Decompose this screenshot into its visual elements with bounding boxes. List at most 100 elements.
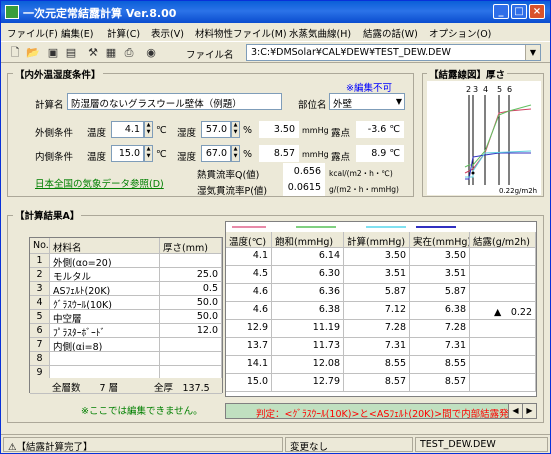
result-temp: 4.5: [226, 266, 272, 284]
heat-coef-value: 0.656: [293, 166, 321, 177]
web-globe-icon[interactable]: ◉: [143, 45, 159, 61]
close-button[interactable]: ×: [529, 4, 545, 19]
new-file-icon[interactable]: 🗋: [7, 45, 23, 61]
header-thickness: 厚さ(mm): [160, 238, 222, 254]
result-calc: 7.28: [344, 320, 410, 338]
result-calc: 8.55: [344, 356, 410, 374]
part-label: 部位名: [298, 100, 327, 111]
scroll-right-icon[interactable]: ▶: [522, 404, 536, 418]
inside-temp-input[interactable]: 15.0: [111, 145, 144, 162]
inside-hum-input[interactable]: 67.0: [201, 145, 231, 162]
outside-temp-spinner[interactable]: ▲ ▼: [144, 121, 153, 138]
calculator-icon[interactable]: ▦: [103, 45, 119, 61]
status-file: TEST_DEW.DEW: [415, 437, 548, 452]
menu-material[interactable]: 材料物性ファイル(M): [195, 26, 287, 40]
diagram-bg: [427, 81, 541, 195]
outside-hum-input[interactable]: 57.0: [201, 121, 231, 138]
no-edit-note: ※編集不可: [346, 83, 392, 94]
print-icon[interactable]: ⎙: [121, 45, 137, 61]
material-row-name: 内側(αi=8): [50, 338, 160, 352]
inside-dew-field: 8.9 ℃: [356, 145, 404, 162]
outside-hum-spinner[interactable]: ▲ ▼: [231, 121, 240, 138]
menu-edit[interactable]: 編集(E): [61, 26, 93, 40]
maximize-button[interactable]: □: [511, 4, 527, 19]
material-row-thickness: 50.0: [160, 310, 222, 324]
save-icon[interactable]: ▣: [45, 45, 61, 61]
result-saturation: 11.73: [272, 338, 344, 356]
material-row-thickness: [160, 254, 222, 268]
outside-temp-label: 温度: [87, 128, 107, 139]
part-select[interactable]: 外壁 ▼: [329, 93, 405, 110]
menu-calc[interactable]: 計算(C): [107, 26, 140, 40]
result-dew: [470, 320, 536, 338]
layer-label-5: 5: [497, 85, 502, 94]
save-as-icon[interactable]: ▤: [63, 45, 79, 61]
total-thickness: 全厚 137.5: [154, 383, 210, 394]
pct-unit: %: [243, 125, 253, 136]
material-row-no: 6: [30, 324, 50, 338]
menu-bar: ファイル(F) 編集(E) 計算(C) 表示(V) 材料物性ファイル(M) 水蒸…: [1, 23, 550, 40]
result-actual: 8.57: [410, 374, 470, 392]
result-saturation: 12.08: [272, 356, 344, 374]
header-temp: 温度(℃): [226, 232, 272, 248]
calc-name-field[interactable]: 防湿層のないグラスウール壁体（例題）: [67, 93, 282, 110]
result-temp: 14.1: [226, 356, 272, 374]
result-actual: 3.51: [410, 266, 470, 284]
material-row-no: 5: [30, 310, 50, 324]
menu-view[interactable]: 表示(V): [151, 26, 184, 40]
inside-hum-spinner[interactable]: ▲ ▼: [231, 145, 240, 162]
result-calc: 8.57: [344, 374, 410, 392]
dew-label: 露点: [331, 152, 351, 163]
outside-temp-input[interactable]: 4.1: [111, 121, 144, 138]
result-actual: 7.28: [410, 320, 470, 338]
result-dew: [470, 338, 536, 356]
result-saturation: 6.30: [272, 266, 344, 284]
result-saturation: 6.14: [272, 248, 344, 266]
chevron-down-icon[interactable]: ▼: [525, 45, 540, 60]
outside-temp-value: 4.1: [124, 124, 140, 135]
file-name-label: ファイル名: [186, 50, 234, 61]
menu-file[interactable]: ファイル(F): [7, 26, 58, 40]
moist-coef-value: 0.0615: [287, 182, 321, 193]
minimize-button[interactable]: _: [493, 4, 509, 19]
material-row-name: 中空層: [50, 310, 160, 324]
heat-coef-label: 熱貫流率Q(値): [197, 170, 260, 181]
result-saturation: 6.38: [272, 302, 344, 320]
material-row-name: モルタル: [50, 268, 160, 282]
file-path-combo[interactable]: 3:C:¥DMSolar¥CAL¥DEW¥TEST_DEW.DEW ▼: [246, 44, 541, 61]
outside-label: 外側条件: [35, 128, 74, 139]
material-icon[interactable]: ⚒: [85, 45, 101, 61]
result-saturation: 11.19: [272, 320, 344, 338]
menu-vapor[interactable]: 水蒸気曲線(H): [289, 26, 351, 40]
open-folder-icon[interactable]: 📂: [25, 45, 41, 61]
result-dew: [470, 356, 536, 374]
inside-temp-spinner[interactable]: ▲ ▼: [144, 145, 153, 162]
outside-vp-field: 3.50: [259, 121, 299, 138]
results-table: 温度(℃) 飽和(mmHg) 計算(mmHg) 実在(mmHg) 結露(g/m2…: [225, 221, 537, 397]
material-row-thickness: [160, 352, 222, 366]
material-row-no: 8: [30, 352, 50, 366]
material-row-name: 外側(αo=20): [50, 254, 160, 268]
result-dew: [470, 284, 536, 302]
deg-unit: ℃: [156, 125, 167, 136]
outside-hum-value: 57.0: [205, 124, 227, 135]
material-row-no: 7: [30, 338, 50, 352]
menu-options[interactable]: オプション(O): [429, 26, 491, 40]
toolbar: 🗋 📂 ▣ ▤ ⚒ ▦ ⎙ ◉ ファイル名 3:C:¥DMSolar¥CAL¥D…: [1, 41, 550, 63]
result-calc: 3.51: [344, 266, 410, 284]
result-dew: [470, 248, 536, 266]
scroll-left-icon[interactable]: ◀: [508, 404, 522, 418]
menu-story[interactable]: 結露の話(W): [363, 26, 418, 40]
layer-label-4: 4: [483, 85, 488, 94]
inside-hum-value: 67.0: [205, 148, 227, 159]
status-bar: ⚠【結露計算完了】 変更なし TEST_DEW.DEW: [1, 434, 550, 453]
inside-temp-label: 温度: [87, 152, 107, 163]
weather-data-link[interactable]: 日本全国の気象データ参照(D): [35, 176, 164, 190]
window-title: 一次元定常結露計算 Ver.8.00: [23, 7, 177, 20]
material-row-thickness: 50.0: [160, 296, 222, 310]
moist-coef-field: 0.0615: [283, 179, 325, 196]
material-row-thickness: 25.0: [160, 268, 222, 282]
inside-label: 内側条件: [35, 152, 74, 163]
title-bar: 一次元定常結露計算 Ver.8.00 _ □ ×: [1, 1, 550, 23]
app-window: 一次元定常結露計算 Ver.8.00 _ □ × ファイル(F) 編集(E) 計…: [0, 0, 551, 454]
